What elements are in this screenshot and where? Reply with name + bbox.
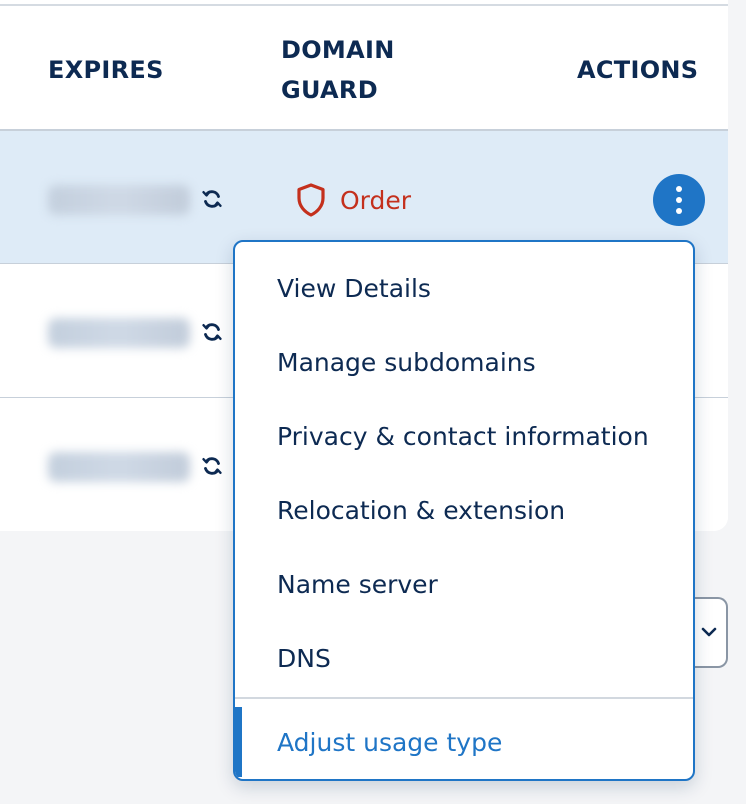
expiry-date-blurred: [48, 452, 190, 482]
menu-item-name-server[interactable]: Name server: [235, 547, 693, 621]
menu-item-relocation-extension[interactable]: Relocation & extension: [235, 473, 693, 547]
menu-item-dns[interactable]: DNS: [235, 621, 693, 695]
renew-icon[interactable]: [200, 320, 224, 344]
column-header-actions: ACTIONS: [577, 56, 699, 84]
domain-guard-order-link[interactable]: Order: [296, 179, 411, 221]
renew-icon[interactable]: [200, 187, 224, 211]
column-header-domain-guard-line1: DOMAIN: [281, 36, 395, 64]
expiry-date-blurred: [48, 318, 190, 348]
column-header-domain-guard-line2: GUARD: [281, 76, 378, 104]
menu-item-manage-subdomains[interactable]: Manage subdomains: [235, 325, 693, 399]
menu-item-view-details[interactable]: View Details: [235, 251, 693, 325]
page: EXPIRES DOMAIN GUARD ACTIONS Order View …: [0, 0, 746, 804]
row-actions-button[interactable]: [653, 174, 705, 226]
row-actions-menu: View Details Manage subdomains Privacy &…: [233, 240, 695, 781]
expiry-date-blurred: [48, 185, 190, 215]
menu-item-adjust-usage-type[interactable]: Adjust usage type: [235, 705, 693, 779]
page-size-select[interactable]: [692, 597, 728, 668]
order-label: Order: [340, 185, 412, 215]
column-header-domain-guard[interactable]: DOMAIN GUARD: [281, 30, 481, 110]
shield-icon: [297, 183, 325, 217]
kebab-menu-icon: [676, 186, 682, 192]
column-header-expires[interactable]: EXPIRES: [48, 50, 164, 90]
table-top-border: [0, 4, 728, 6]
menu-divider: [235, 697, 693, 699]
menu-item-privacy-contact[interactable]: Privacy & contact information: [235, 399, 693, 473]
chevron-down-icon: [701, 627, 717, 637]
renew-icon[interactable]: [200, 454, 224, 478]
